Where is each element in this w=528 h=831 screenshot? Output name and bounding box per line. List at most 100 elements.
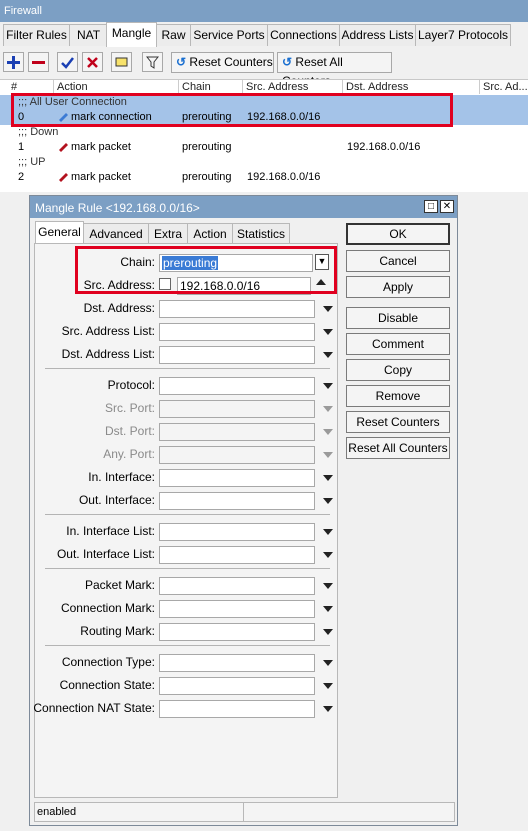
reset-icon: ↺ bbox=[282, 55, 293, 69]
comment-button[interactable]: Comment bbox=[346, 333, 450, 355]
row-dst-address: 192.168.0.0/16 bbox=[347, 141, 421, 153]
status-bar: enabled bbox=[34, 802, 455, 822]
column-header-dst-address[interactable]: Dst. Address bbox=[343, 80, 480, 94]
in-interface-list-dropdown-icon[interactable] bbox=[323, 529, 333, 535]
connection-state-input[interactable] bbox=[159, 677, 315, 695]
copy-button[interactable]: Copy bbox=[346, 359, 450, 381]
dialog-tab-action[interactable]: Action bbox=[187, 223, 233, 244]
comment-text: ;;; Down bbox=[18, 126, 59, 138]
reset-counters-label: Reset Counters bbox=[189, 55, 273, 69]
row-src-address: 192.168.0.0/16 bbox=[247, 171, 321, 183]
tab-connections[interactable]: Connections bbox=[267, 24, 340, 46]
in-interface-input[interactable] bbox=[159, 469, 315, 487]
tab-service-ports[interactable]: Service Ports bbox=[190, 24, 268, 46]
connection-mark-input[interactable] bbox=[159, 600, 315, 618]
apply-button[interactable]: Apply bbox=[346, 276, 450, 298]
protocol-label: Protocol: bbox=[107, 378, 155, 392]
toolbar: ↺ Reset Counters ↺ Reset All Counters bbox=[0, 50, 528, 88]
tab-mangle[interactable]: Mangle bbox=[106, 22, 157, 47]
disable-button[interactable]: Disable bbox=[346, 307, 450, 329]
routing-mark-label: Routing Mark: bbox=[80, 624, 155, 638]
mark-packet-icon bbox=[57, 140, 69, 155]
column-header-src-address[interactable]: Src. Address bbox=[243, 80, 343, 94]
cancel-button[interactable]: Cancel bbox=[346, 250, 450, 272]
column-header-action[interactable]: Action bbox=[54, 80, 179, 94]
maximize-icon[interactable]: □ bbox=[424, 200, 438, 213]
dialog-tab-advanced[interactable]: Advanced bbox=[83, 223, 149, 244]
tab-raw[interactable]: Raw bbox=[156, 24, 191, 46]
connection-type-input[interactable] bbox=[159, 654, 315, 672]
reset-all-counters-button[interactable]: ↺ Reset All Counters bbox=[277, 52, 392, 88]
tab-address-lists[interactable]: Address Lists bbox=[339, 24, 416, 46]
dialog-tab-statistics[interactable]: Statistics bbox=[232, 223, 290, 244]
routing-mark-dropdown-icon[interactable] bbox=[323, 629, 333, 635]
connection-mark-dropdown-icon[interactable] bbox=[323, 606, 333, 612]
dst-address-dropdown-icon[interactable] bbox=[323, 306, 333, 312]
packet-mark-dropdown-icon[interactable] bbox=[323, 583, 333, 589]
out-interface-list-label: Out. Interface List: bbox=[56, 547, 155, 561]
table-row[interactable]: 1 mark packet prerouting 192.168.0.0/16 bbox=[0, 140, 528, 155]
row-number: 2 bbox=[18, 171, 25, 183]
filter-button[interactable] bbox=[142, 52, 163, 72]
routing-mark-input[interactable] bbox=[159, 623, 315, 641]
tab-nat[interactable]: NAT bbox=[69, 24, 108, 46]
filter-icon bbox=[145, 56, 160, 69]
column-header-number[interactable]: # bbox=[8, 80, 54, 94]
reset-all-counters-button[interactable]: Reset All Counters bbox=[346, 437, 450, 459]
comment-icon bbox=[115, 57, 128, 67]
disable-button[interactable] bbox=[82, 52, 103, 72]
connection-mark-label: Connection Mark: bbox=[60, 601, 155, 615]
protocol-input[interactable] bbox=[159, 377, 315, 395]
remove-button[interactable] bbox=[28, 52, 49, 72]
out-interface-list-input[interactable] bbox=[159, 546, 315, 564]
window-titlebar: Firewall bbox=[0, 0, 528, 22]
divider bbox=[45, 568, 330, 569]
connection-nat-state-input[interactable] bbox=[159, 700, 315, 718]
column-header-src-address-list[interactable]: Src. Ad... bbox=[480, 80, 528, 94]
dialog-tab-extra[interactable]: Extra bbox=[148, 223, 188, 244]
disable-x-icon bbox=[87, 57, 98, 68]
column-header-chain[interactable]: Chain bbox=[179, 80, 243, 94]
dst-address-list-input[interactable] bbox=[159, 346, 315, 364]
dst-port-label: Dst. Port: bbox=[104, 424, 155, 438]
out-interface-label: Out. Interface: bbox=[78, 493, 155, 507]
any-port-label: Any. Port: bbox=[103, 447, 155, 461]
comment-button[interactable] bbox=[111, 52, 132, 72]
reset-counters-button[interactable]: ↺ Reset Counters bbox=[171, 52, 274, 73]
dst-address-input[interactable] bbox=[159, 300, 315, 318]
dialog-titlebar: Mangle Rule <192.168.0.0/16> □ ✕ bbox=[30, 196, 457, 218]
in-interface-label: In. Interface: bbox=[88, 470, 155, 484]
add-button[interactable] bbox=[3, 52, 24, 72]
src-address-list-dropdown-icon[interactable] bbox=[323, 329, 333, 335]
table-row[interactable]: 2 mark packet prerouting 192.168.0.0/16 bbox=[0, 170, 528, 185]
src-address-list-input[interactable] bbox=[159, 323, 315, 341]
table-comment-row[interactable]: ;;; UP bbox=[0, 155, 528, 170]
connection-state-dropdown-icon[interactable] bbox=[323, 683, 333, 689]
connection-nat-state-dropdown-icon[interactable] bbox=[323, 706, 333, 712]
window-title: Firewall bbox=[4, 5, 42, 17]
out-interface-list-dropdown-icon[interactable] bbox=[323, 552, 333, 558]
any-port-input bbox=[159, 446, 315, 464]
remove-button[interactable]: Remove bbox=[346, 385, 450, 407]
in-interface-dropdown-icon[interactable] bbox=[323, 475, 333, 481]
close-icon[interactable]: ✕ bbox=[440, 200, 454, 213]
dialog-tab-general[interactable]: General bbox=[35, 221, 84, 244]
connection-type-dropdown-icon[interactable] bbox=[323, 660, 333, 666]
packet-mark-input[interactable] bbox=[159, 577, 315, 595]
dst-address-list-dropdown-icon[interactable] bbox=[323, 352, 333, 358]
protocol-dropdown-icon[interactable] bbox=[323, 383, 333, 389]
src-address-list-label: Src. Address List: bbox=[61, 324, 155, 338]
reset-counters-button[interactable]: Reset Counters bbox=[346, 411, 450, 433]
table-comment-row[interactable]: ;;; Down bbox=[0, 125, 528, 140]
tab-layer7-protocols[interactable]: Layer7 Protocols bbox=[415, 24, 511, 46]
packet-mark-label: Packet Mark: bbox=[84, 578, 155, 592]
out-interface-dropdown-icon[interactable] bbox=[323, 498, 333, 504]
tab-filter-rules[interactable]: Filter Rules bbox=[3, 24, 70, 46]
out-interface-input[interactable] bbox=[159, 492, 315, 510]
mangle-rules-table: # Action Chain Src. Address Dst. Address… bbox=[0, 79, 528, 192]
comment-text: ;;; UP bbox=[18, 156, 46, 168]
in-interface-list-input[interactable] bbox=[159, 523, 315, 541]
divider bbox=[45, 368, 330, 369]
enable-button[interactable] bbox=[57, 52, 78, 72]
ok-button[interactable]: OK bbox=[346, 223, 450, 245]
